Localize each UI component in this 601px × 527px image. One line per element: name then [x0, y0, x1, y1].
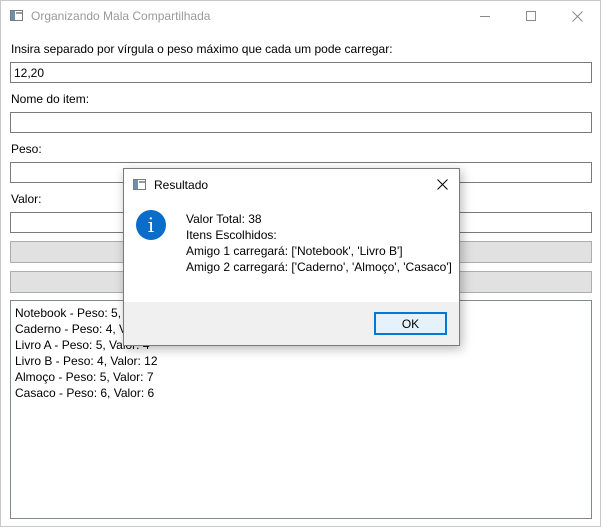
close-icon: [436, 178, 448, 190]
window-title: Organizando Mala Compartilhada: [31, 9, 211, 23]
close-button[interactable]: [554, 1, 600, 31]
maximize-icon: [526, 11, 536, 21]
item-name-label: Nome do item:: [11, 92, 90, 106]
close-icon: [571, 10, 583, 22]
main-window: Organizando Mala Compartilhada Insira se…: [0, 0, 601, 527]
dialog-close-button[interactable]: [427, 171, 457, 197]
weight-label: Peso:: [11, 142, 42, 156]
friend-1-line: Amigo 1 carregará: ['Notebook', 'Livro B…: [186, 244, 403, 258]
minimize-icon: [480, 16, 490, 17]
dialog-footer: OK: [124, 302, 459, 345]
app-window-icon: [10, 10, 23, 21]
value-label: Valor:: [11, 192, 42, 206]
weights-label: Insira separado por vírgula o peso máxim…: [11, 42, 393, 56]
weights-input[interactable]: [10, 62, 592, 83]
list-item[interactable]: Livro B - Peso: 4, Valor: 12: [15, 353, 587, 369]
title-bar[interactable]: Organizando Mala Compartilhada: [1, 1, 600, 31]
dialog-window-icon: [133, 179, 146, 190]
friend-2-line: Amigo 2 carregará: ['Caderno', 'Almoço',…: [186, 260, 452, 274]
dialog-title: Resultado: [154, 178, 209, 192]
item-name-input[interactable]: [10, 112, 592, 133]
result-dialog: Resultado i Valor Total: 38 Itens Escolh…: [123, 168, 460, 346]
list-item[interactable]: Almoço - Peso: 5, Valor: 7: [15, 369, 587, 385]
chosen-items-line: Itens Escolhidos:: [186, 228, 277, 242]
minimize-button[interactable]: [462, 1, 508, 31]
dialog-title-bar[interactable]: Resultado: [124, 169, 459, 199]
list-item[interactable]: Casaco - Peso: 6, Valor: 6: [15, 385, 587, 401]
dialog-message: Valor Total: 38 Itens Escolhidos: Amigo …: [186, 211, 452, 275]
ok-button[interactable]: OK: [374, 312, 447, 335]
maximize-button[interactable]: [508, 1, 554, 31]
info-icon: i: [136, 210, 166, 240]
total-value-line: Valor Total: 38: [186, 212, 262, 226]
